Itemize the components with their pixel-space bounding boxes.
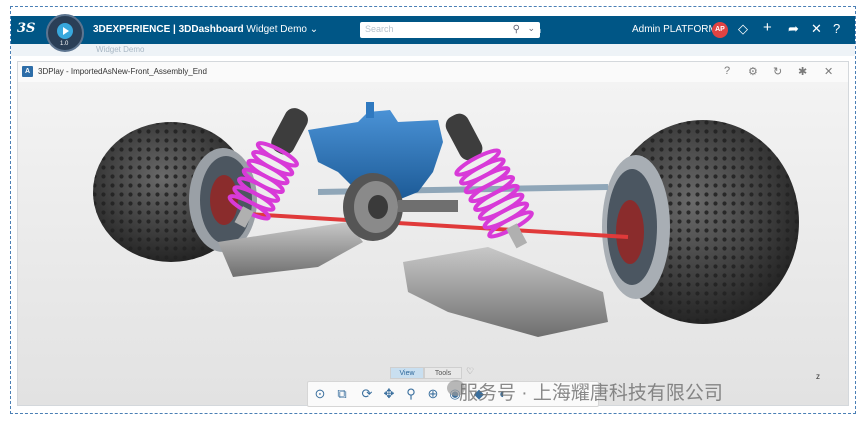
- right-lower-arm: [403, 247, 608, 337]
- dashboard-name: Widget Demo: [243, 24, 307, 35]
- avatar[interactable]: AP: [712, 22, 728, 38]
- widget-title: 3DPlay - ImportedAsNew-Front_Assembly_En…: [38, 67, 207, 76]
- notification-icon[interactable]: ◇: [738, 21, 748, 37]
- suspension-assembly-model[interactable]: [18, 82, 848, 405]
- tab-tools[interactable]: Tools: [424, 367, 462, 379]
- fit-all-icon[interactable]: ⊙: [311, 385, 329, 403]
- share-icon[interactable]: ➦: [788, 21, 799, 37]
- widget-3dplay: A 3DPlay - ImportedAsNew-Front_Assembly_…: [17, 61, 849, 407]
- tab-view[interactable]: View: [390, 367, 424, 379]
- compass-button[interactable]: 1.0: [46, 14, 84, 52]
- dashboard-tabs: Widget Demo: [11, 44, 855, 56]
- refresh-icon[interactable]: ↻: [773, 65, 782, 78]
- pin-icon[interactable]: ✱: [798, 65, 807, 78]
- chevron-down-icon: ⌄: [309, 24, 319, 35]
- axis-triad: z: [816, 372, 820, 381]
- rotate-icon[interactable]: ⟳: [358, 385, 376, 403]
- brand-title[interactable]: 3DEXPERIENCE | 3DDashboard Widget Demo ⌄: [93, 24, 318, 35]
- lasso-icon[interactable]: ⚲: [402, 385, 420, 403]
- search-box[interactable]: Search ⚲ ⌄: [360, 22, 540, 38]
- chassis-post: [366, 102, 374, 118]
- zoom-icon[interactable]: ⊕: [424, 385, 442, 403]
- tab-widget-demo[interactable]: Widget Demo: [96, 45, 144, 54]
- close-icon[interactable]: ✕: [824, 65, 833, 78]
- right-wheel: [602, 120, 799, 324]
- pan-icon[interactable]: ✥: [380, 385, 398, 403]
- widget-header: A 3DPlay - ImportedAsNew-Front_Assembly_…: [18, 62, 848, 83]
- watermark-text: 服务号 · 上海耀唐科技有限公司: [459, 383, 723, 404]
- tag-icon[interactable]: ⌂: [534, 22, 541, 36]
- search-input[interactable]: Search: [365, 24, 394, 34]
- compass-version: 1.0: [60, 41, 69, 47]
- user-name[interactable]: Admin PLATFORM: [632, 24, 717, 35]
- app-icon: A: [22, 66, 33, 77]
- 3d-viewport[interactable]: z: [18, 82, 848, 405]
- search-icon[interactable]: ⚲: [513, 24, 520, 35]
- play-icon: [57, 23, 73, 39]
- gear-icon[interactable]: ⚙: [748, 65, 758, 78]
- top-bar: 3S 1.0 3DEXPERIENCE | 3DDashboard Widget…: [11, 14, 855, 52]
- zoom-area-icon[interactable]: ⧉: [333, 385, 351, 403]
- dassault-logo: 3S: [17, 21, 36, 36]
- right-shock-absorber: [445, 113, 534, 249]
- help-icon[interactable]: ?: [724, 65, 730, 77]
- tools-icon[interactable]: ✕: [811, 21, 822, 37]
- drive-shaft: [398, 200, 458, 212]
- help-icon[interactable]: ?: [833, 21, 840, 36]
- collapse-chevron-icon[interactable]: ♡: [466, 366, 474, 377]
- add-icon[interactable]: +: [763, 19, 772, 36]
- brand-bold: 3DEXPERIENCE | 3DDashboard: [93, 24, 244, 35]
